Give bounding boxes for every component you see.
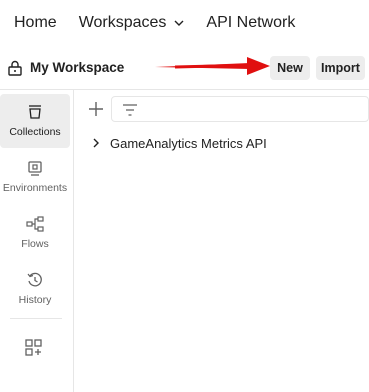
nav-workspaces[interactable]: Workspaces — [79, 14, 185, 32]
sidebar-item-label: Environments — [2, 182, 68, 194]
plus-icon[interactable] — [86, 99, 106, 119]
nav-workspaces-label: Workspaces — [78, 14, 167, 31]
filter-bar[interactable] — [111, 96, 369, 122]
rail-divider — [10, 318, 62, 319]
history-icon — [27, 272, 42, 287]
annotation-arrow — [155, 57, 270, 75]
sidebar-item-flows[interactable]: Flows — [0, 206, 70, 260]
new-button[interactable]: New — [270, 56, 310, 80]
chevron-down-icon — [174, 20, 184, 26]
sidebar-item-label: History — [18, 294, 52, 306]
sidebar-item-environments[interactable]: Environments — [0, 150, 70, 204]
sidebar-rail: Collections Environments Flows History — [0, 90, 74, 392]
environments-icon — [28, 161, 42, 176]
import-button[interactable]: Import — [316, 56, 365, 80]
filter-icon[interactable] — [122, 103, 138, 117]
nav-api-network[interactable]: API Network — [206, 14, 295, 32]
chevron-right-icon[interactable] — [88, 135, 104, 151]
top-nav: Home Workspaces API Network — [0, 0, 369, 46]
workspace-title: My Workspace — [30, 60, 125, 75]
collection-name: GameAnalytics Metrics API — [110, 135, 267, 151]
flows-icon — [26, 216, 44, 232]
configure-sidebar-icon[interactable] — [24, 338, 44, 358]
collection-item[interactable]: GameAnalytics Metrics API — [86, 132, 369, 154]
sidebar-item-label: Collections — [9, 126, 61, 138]
sidebar-item-history[interactable]: History — [0, 262, 70, 316]
sidebar-item-label: Flows — [21, 238, 49, 250]
lock-icon — [8, 60, 22, 76]
collections-icon — [29, 105, 41, 119]
nav-home[interactable]: Home — [14, 14, 57, 32]
sidebar-item-collections[interactable]: Collections — [0, 94, 70, 148]
